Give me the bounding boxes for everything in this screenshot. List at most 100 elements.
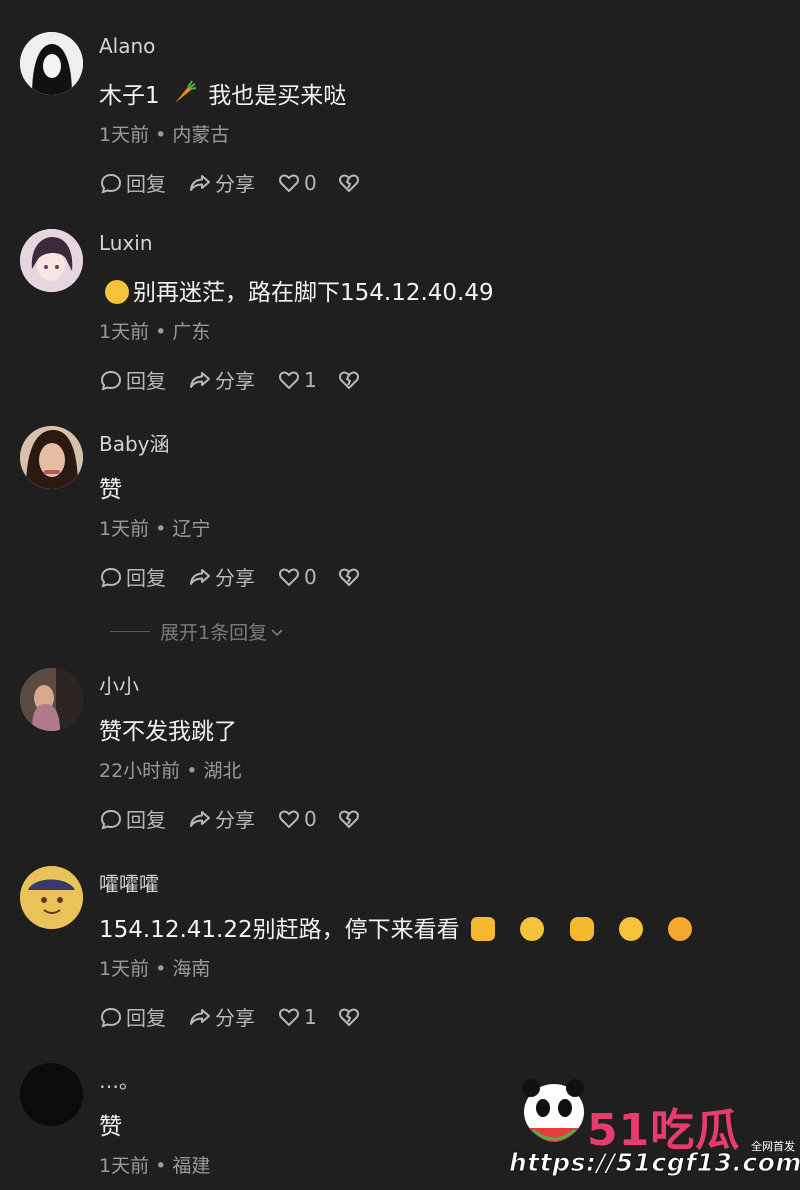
reply-label: 回复 (126, 1006, 166, 1030)
share-icon (190, 568, 210, 585)
comment-location: 辽宁 (172, 518, 211, 540)
avatar[interactable] (20, 426, 83, 489)
heart-icon (279, 173, 299, 192)
like-count: 1 (304, 367, 317, 392)
comment-time: 1天前 (99, 124, 150, 146)
like-button[interactable]: 0 (277, 565, 317, 589)
comment-location: 内蒙古 (172, 124, 230, 146)
share-label: 分享 (215, 172, 255, 196)
comment-actions: 回复 分享 0 (99, 562, 383, 591)
heart-icon (279, 809, 299, 828)
comment-time: 1天前 (99, 1155, 150, 1177)
comment-meta: 22小时前 • 湖北 (99, 756, 242, 783)
broken-heart-icon (338, 370, 359, 389)
username[interactable]: Alano (99, 34, 155, 58)
avatar[interactable] (20, 866, 83, 929)
dislike-button[interactable] (337, 807, 361, 831)
share-icon (190, 1008, 210, 1025)
reply-label: 回复 (126, 566, 166, 590)
comment-text: 154.12.41.22别赶路，停下来看看 (99, 910, 696, 944)
divider-line (110, 631, 150, 632)
avatar[interactable] (20, 229, 83, 292)
meta-separator: • (180, 760, 204, 782)
share-icon (190, 371, 210, 388)
share-icon (190, 810, 210, 827)
reply-button[interactable]: 回复 (99, 168, 166, 197)
meta-separator: • (149, 518, 173, 540)
panda-mascot-icon (522, 1079, 584, 1142)
comment-text: 木子1 我也是买来哒 (99, 76, 346, 113)
reply-label: 回复 (126, 808, 166, 832)
reply-icon (100, 1007, 122, 1028)
reply-button[interactable]: 回复 (99, 804, 166, 833)
heart-icon (279, 1007, 299, 1026)
comment-text: 赞不发我跳了 (99, 719, 237, 745)
reply-button[interactable]: 回复 (99, 1002, 166, 1031)
username[interactable]: Baby涵 (99, 428, 170, 457)
username[interactable]: 小小 (99, 670, 139, 699)
comment-actions: 回复 分享 0 (99, 168, 383, 197)
expand-replies-button[interactable]: 展开1条回复 (110, 618, 285, 645)
pointing-hand-emoji-icon (470, 916, 495, 941)
share-label: 分享 (215, 1006, 255, 1030)
avatar[interactable] (20, 1063, 83, 1126)
share-label: 分享 (215, 369, 255, 393)
comment-text: 赞 (99, 477, 122, 503)
like-button[interactable]: 0 (277, 807, 317, 831)
meta-separator: • (149, 321, 173, 343)
like-button[interactable]: 1 (277, 1005, 317, 1029)
dislike-button[interactable] (337, 171, 361, 195)
share-label: 分享 (215, 808, 255, 832)
reply-button[interactable]: 回复 (99, 562, 166, 591)
expand-replies-label: 展开1条回复 (160, 622, 268, 644)
comment-actions: 回复 分享 0 (99, 804, 383, 833)
comment-actions: 回复 分享 1 (99, 365, 383, 394)
comment-text-body: 154.12.41.22别赶路，停下来看看 (99, 917, 460, 943)
comment-time: 22小时前 (99, 760, 181, 782)
share-button[interactable]: 分享 (188, 562, 255, 591)
share-button[interactable]: 分享 (188, 804, 255, 833)
comment-location: 海南 (172, 958, 211, 980)
like-button[interactable]: 1 (277, 368, 317, 392)
dislike-button[interactable] (337, 565, 361, 589)
chevron-down-icon (271, 628, 283, 636)
share-button[interactable]: 分享 (188, 168, 255, 197)
avatar[interactable] (20, 32, 83, 95)
comment-text-suffix: 我也是买来哒 (208, 83, 347, 109)
like-count: 0 (304, 170, 317, 195)
share-button[interactable]: 分享 (188, 1002, 255, 1031)
avatar[interactable] (20, 668, 83, 731)
reply-button[interactable]: 回复 (99, 365, 166, 394)
reply-icon (100, 567, 122, 588)
comment-meta: 1天前 • 福建 (99, 1151, 210, 1178)
like-count: 1 (304, 1004, 317, 1029)
comment-location: 福建 (172, 1155, 211, 1177)
meta-separator: • (149, 958, 173, 980)
like-count: 0 (304, 564, 317, 589)
comment-text: 别再迷茫，路在脚下154.12.40.49 (99, 273, 494, 307)
watermark-url: https://51cgf13.com (509, 1148, 800, 1178)
username[interactable]: 嚯嚯嚯 (99, 868, 159, 897)
like-button[interactable]: 0 (277, 171, 317, 195)
comment-time: 1天前 (99, 958, 150, 980)
comment-meta: 1天前 • 海南 (99, 954, 210, 981)
comment-meta: 1天前 • 内蒙古 (99, 120, 229, 147)
dislike-button[interactable] (337, 368, 361, 392)
carrot-emoji-icon (171, 79, 197, 111)
comment-text-body: 别再迷茫，路在脚下154.12.40.49 (133, 280, 494, 306)
comment-text-prefix: 木子1 (99, 83, 160, 109)
dislike-button[interactable] (337, 1005, 361, 1029)
clapping-hands-emoji-icon (569, 916, 594, 941)
heart-icon (279, 567, 299, 586)
username[interactable]: Luxin (99, 231, 153, 255)
kiss-face-emoji-icon (668, 916, 693, 941)
username[interactable]: …。 (99, 1065, 139, 1094)
reply-label: 回复 (126, 369, 166, 393)
comment-time: 1天前 (99, 321, 150, 343)
broken-heart-icon (338, 1007, 359, 1026)
share-icon (190, 174, 210, 191)
reply-icon (100, 370, 122, 391)
share-button[interactable]: 分享 (188, 365, 255, 394)
meta-separator: • (149, 1155, 173, 1177)
comment-location: 广东 (172, 321, 211, 343)
